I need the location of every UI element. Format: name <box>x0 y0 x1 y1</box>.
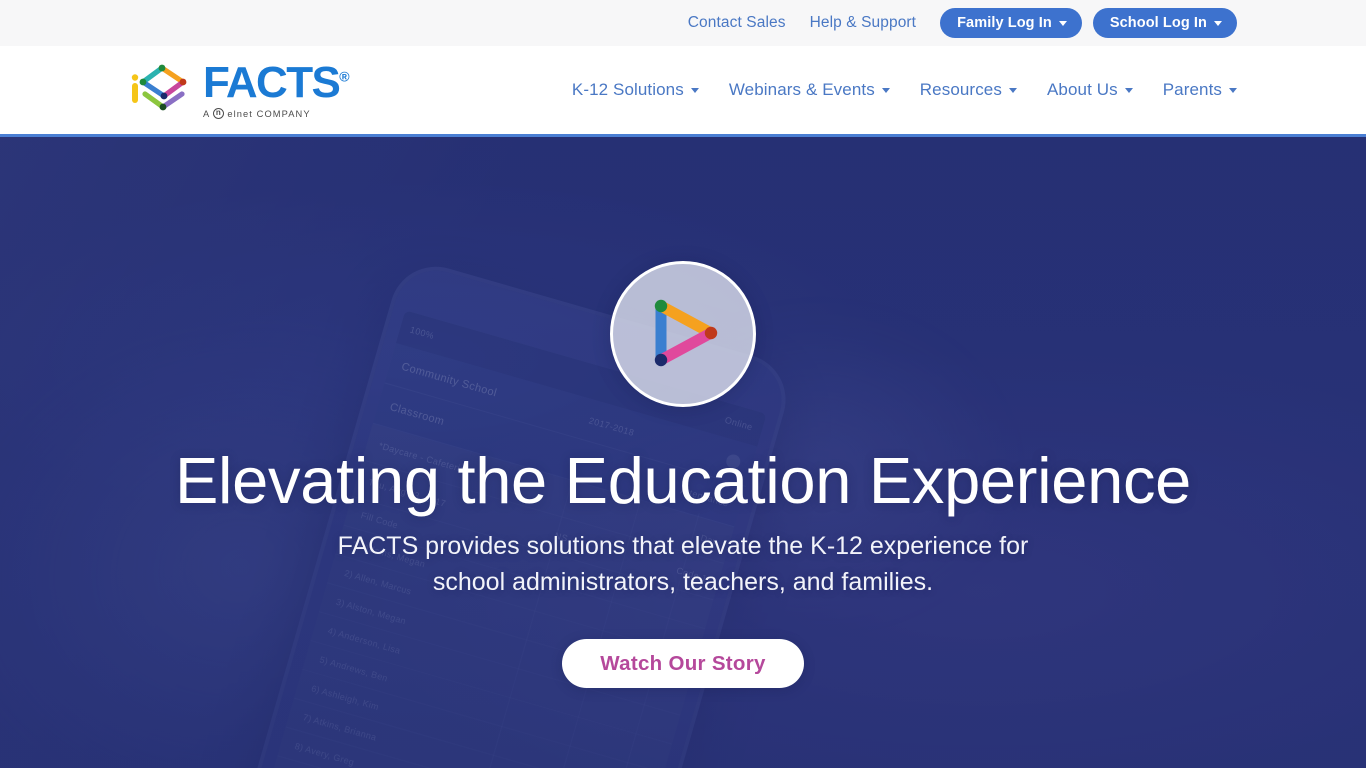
nav-label: Webinars & Events <box>728 80 875 99</box>
family-login-button[interactable]: Family Log In <box>940 8 1082 38</box>
chevron-down-icon <box>1229 87 1237 93</box>
page-title: Elevating the Education Experience <box>174 444 1192 517</box>
nav-parents[interactable]: Parents <box>1163 80 1237 100</box>
chevron-down-icon <box>1124 87 1133 93</box>
chevron-down-icon <box>1008 87 1017 93</box>
utility-bar: Contact Sales Help & Support Family Log … <box>0 0 1366 46</box>
nav-about-us[interactable]: About Us <box>1047 80 1133 100</box>
play-video-button[interactable] <box>610 261 756 407</box>
chevron-down-icon <box>1058 20 1067 26</box>
nav-k12-solutions[interactable]: K-12 Solutions <box>572 80 699 100</box>
hero-content: Elevating the Education Experience FACTS… <box>0 137 1366 768</box>
chevron-down-icon <box>881 87 890 93</box>
watch-our-story-button[interactable]: Watch Our Story <box>562 639 804 689</box>
trademark-symbol: ® <box>339 68 350 85</box>
nelnet-n-icon: n <box>213 108 225 120</box>
help-support-link[interactable]: Help & Support <box>810 14 917 32</box>
school-login-button[interactable]: School Log In <box>1092 8 1237 38</box>
facts-wordmark: FACTS® <box>203 57 350 107</box>
school-login-label: School Log In <box>1109 15 1207 31</box>
facts-diamond-icon <box>131 64 187 111</box>
facts-wordmark-group: FACTS® A n elnet COMPANY <box>203 57 350 120</box>
nav-label: Resources <box>919 80 1002 99</box>
nav-label: About Us <box>1046 80 1118 99</box>
hero-subtitle: FACTS provides solutions that elevate th… <box>338 529 1029 600</box>
chevron-down-icon <box>1214 20 1222 26</box>
chevron-down-icon <box>690 87 699 93</box>
nelnet-tagline: A n elnet COMPANY <box>203 108 311 120</box>
nav-label: K-12 Solutions <box>571 80 684 99</box>
contact-sales-link[interactable]: Contact Sales <box>688 14 786 32</box>
nav-label: Parents <box>1162 80 1222 99</box>
family-login-label: Family Log In <box>957 15 1052 31</box>
facts-logo[interactable]: FACTS® A n elnet COMPANY <box>129 57 350 120</box>
hero-subtitle-line2: school administrators, teachers, and fam… <box>432 567 934 596</box>
nav-webinars-events[interactable]: Webinars & Events <box>729 80 890 100</box>
main-header: FACTS® A n elnet COMPANY K-12 Solutions … <box>0 46 1366 134</box>
main-navigation: K-12 Solutions Webinars & Events Resourc… <box>572 80 1237 100</box>
hero-section: 100% Online Community School 2017-2018 C… <box>0 134 1366 768</box>
play-icon <box>654 299 718 367</box>
nav-resources[interactable]: Resources <box>920 80 1017 100</box>
hero-subtitle-line1: FACTS provides solutions that elevate th… <box>337 532 1029 561</box>
